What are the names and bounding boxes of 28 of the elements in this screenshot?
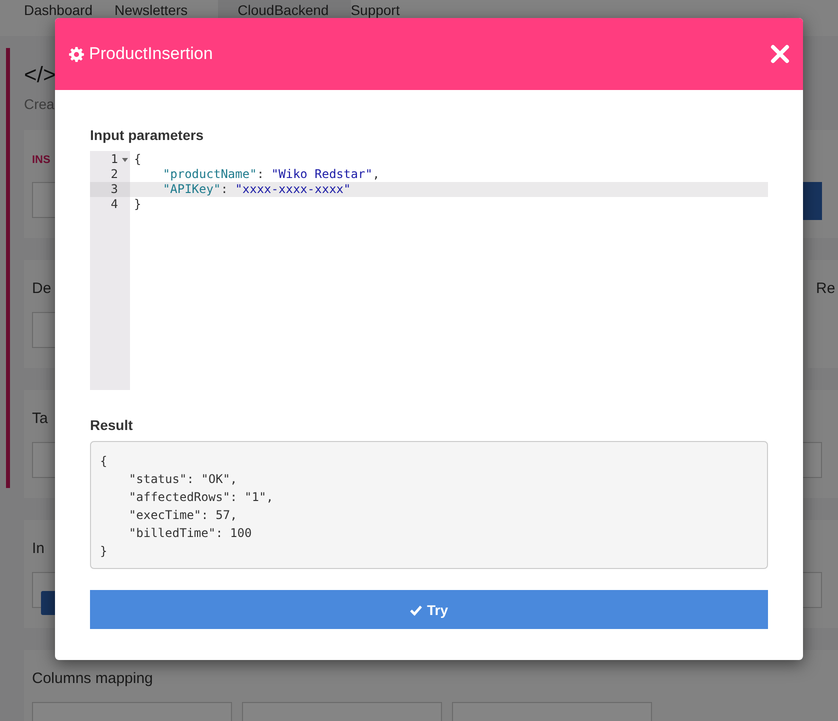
line-number: 4 xyxy=(110,197,119,212)
field-label: Re xyxy=(816,280,836,297)
code-editor[interactable]: 1 2 3 4 { "productName": "Wiko Redstar", "APIKey": "xxxx-xxxx-xxxx" } xyxy=(90,151,768,390)
line-number: 2 xyxy=(110,167,119,182)
line-number: 3 xyxy=(90,182,130,197)
code-line: { xyxy=(133,152,142,167)
check-icon xyxy=(410,604,422,616)
nav-tab[interactable]: Support xyxy=(350,0,422,36)
field-label: In xyxy=(32,540,45,557)
try-button[interactable]: Try xyxy=(90,590,768,629)
field-label: Ta xyxy=(32,410,48,427)
fold-arrow-icon[interactable] xyxy=(122,158,128,162)
gear-icon xyxy=(69,46,84,62)
modal-title: ProductInsertion xyxy=(89,44,214,64)
close-button[interactable] xyxy=(770,44,790,64)
code-line: "productName": "Wiko Redstar", xyxy=(162,167,381,182)
nav-tab[interactable]: Dashboard xyxy=(24,0,114,36)
page-title: </> xyxy=(24,62,56,88)
line-number: 1 xyxy=(90,152,130,167)
nav-tab[interactable]: Newsletters xyxy=(114,0,210,36)
section-label: INS xyxy=(32,154,50,166)
code-line: } xyxy=(133,197,142,212)
field-label: Input parameters xyxy=(90,127,205,143)
page-subtitle: Crea xyxy=(24,96,54,112)
field-label: De xyxy=(32,280,52,297)
field-label: Result xyxy=(90,417,134,433)
result-output: { "status": "OK", "affectedRows": "1", "execTime": 57, "billedTime": 100 } xyxy=(90,441,768,569)
section-title: Columns mapping xyxy=(32,670,153,687)
